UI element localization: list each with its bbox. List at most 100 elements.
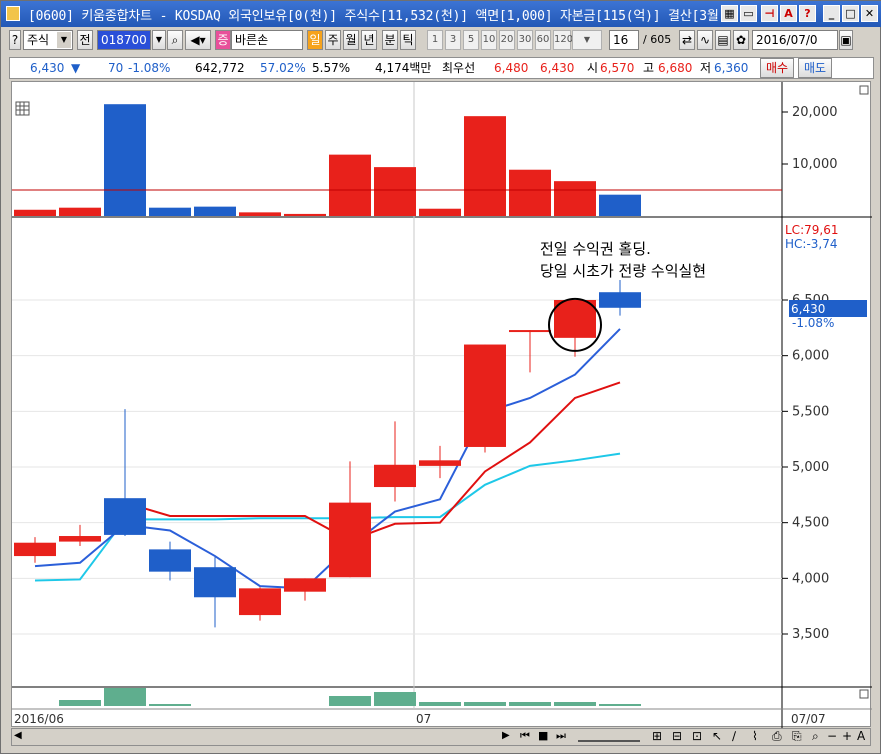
speed-slider[interactable]	[578, 730, 640, 742]
close-button[interactable]: ✕	[861, 5, 878, 22]
lock-icon[interactable]: ?	[9, 30, 21, 50]
chart-window: [0600] 키움종합차트 - KOSDAQ 외국인보유[0(천)] 주식수[1…	[0, 0, 881, 754]
minute-dropdown-icon[interactable]: ▼	[572, 30, 602, 50]
minute-10[interactable]: 10	[481, 30, 497, 50]
rewind-icon[interactable]: ⏮	[520, 729, 530, 743]
candle-body	[284, 578, 326, 592]
price-tick-label: 4,000	[792, 571, 829, 586]
chart-icon[interactable]: ▤	[715, 30, 731, 50]
maximize-button[interactable]: □	[842, 5, 859, 22]
volume-bar	[284, 213, 326, 216]
plus-icon[interactable]: +	[842, 729, 852, 743]
candle-body	[554, 300, 596, 338]
count-input[interactable]: 16	[609, 30, 639, 50]
period-year[interactable]: 년	[361, 30, 377, 50]
lc-label: LC:79,61	[785, 223, 838, 237]
sell-button[interactable]: 매도	[798, 58, 832, 78]
fit-icon[interactable]: ⊡	[692, 729, 702, 743]
magnify-icon[interactable]: ⌕	[812, 729, 819, 744]
period-week[interactable]: 주	[325, 30, 341, 50]
buy-button[interactable]: 매수	[760, 58, 794, 78]
quote-arrow-icon: ▼	[71, 61, 81, 75]
scroll-left-icon[interactable]: ◀	[14, 730, 22, 741]
price-tick-label: 5,500	[792, 404, 829, 419]
toolbar-window-icon[interactable]: ▭	[740, 5, 757, 22]
candle-body	[509, 330, 551, 333]
toolbar-pin-icon[interactable]: ⊣	[761, 5, 778, 22]
sub-indicator-bar	[104, 688, 146, 706]
indicator-icon[interactable]: ∿	[697, 30, 713, 50]
volume-bar	[509, 169, 551, 216]
speaker-icon[interactable]: ◀▾	[185, 30, 211, 50]
minute-1[interactable]: 1	[427, 30, 443, 50]
help-icon[interactable]: ?	[799, 5, 816, 22]
low-label: 저	[700, 61, 712, 75]
candle-body	[329, 502, 371, 578]
period-tick[interactable]: 틱	[400, 30, 416, 50]
market-select[interactable]: 주식 ▼	[23, 30, 73, 50]
candle-body	[14, 542, 56, 557]
minute-5[interactable]: 5	[463, 30, 479, 50]
sub-indicator-bar	[554, 702, 596, 706]
title-bar[interactable]: [0600] 키움종합차트 - KOSDAQ 외국인보유[0(천)] 주식수[1…	[1, 1, 881, 27]
period-month[interactable]: 월	[343, 30, 359, 50]
candle-body	[194, 567, 236, 598]
stop-icon[interactable]: ■	[538, 729, 548, 742]
minus-icon[interactable]: −	[827, 729, 837, 743]
close-volume-panel-icon[interactable]	[859, 85, 869, 95]
open-label: 시	[587, 61, 599, 75]
prev-button[interactable]: 전	[77, 30, 93, 50]
toolbar-font-icon[interactable]: A	[780, 5, 797, 22]
minute-120[interactable]: 120	[553, 30, 573, 50]
volume-bar	[464, 116, 506, 216]
hc-label: HC:-3,74	[785, 237, 838, 251]
cursor-icon[interactable]: ↖	[712, 729, 722, 743]
sub-indicator-bar	[509, 702, 551, 706]
stock-name[interactable]: 바른손	[231, 30, 303, 50]
sub-indicator-bar	[599, 704, 641, 706]
volume-bar	[599, 194, 641, 216]
chevron-down-icon[interactable]: ▼	[57, 32, 71, 48]
code-input[interactable]: 018700	[97, 30, 151, 50]
chart-area[interactable]: 3,5004,0004,5005,0005,5006,0006,50010,00…	[11, 81, 872, 728]
volume-bar	[104, 104, 146, 216]
zoom-out-icon[interactable]: ⊟	[672, 729, 682, 743]
minute-60[interactable]: 60	[535, 30, 551, 50]
minute-3[interactable]: 3	[445, 30, 461, 50]
font-size-icon[interactable]: A	[857, 729, 865, 743]
print-icon[interactable]: ⎙	[772, 729, 782, 744]
sub-indicator-bar	[419, 702, 461, 706]
period-minute[interactable]: 분	[382, 30, 398, 50]
code-dropdown-icon[interactable]: ▼	[152, 30, 166, 50]
zoom-in-icon[interactable]: ⊞	[652, 729, 662, 743]
calendar-icon[interactable]: ▣	[839, 30, 853, 50]
quote-volume: 642,772	[195, 61, 245, 75]
annotation-line1: 전일 수익권 홀딩.	[540, 240, 651, 258]
forward-icon[interactable]: ⏭	[556, 729, 566, 743]
minute-30[interactable]: 30	[517, 30, 533, 50]
search-icon[interactable]: ⌕	[167, 30, 183, 50]
minute-20[interactable]: 20	[499, 30, 515, 50]
quote-change: 70	[108, 61, 124, 75]
line-tool-icon[interactable]: ∕	[732, 729, 736, 743]
scroll-bar[interactable]: ◀ ▶ ⏮ ■ ⏭ ⊞ ⊟ ⊡ ↖ ∕ ⌇ ⎙ ⎘ ⌕ − + A	[11, 728, 871, 746]
close-sub-panel-icon[interactable]	[859, 689, 869, 699]
current-pct-label: -1.08%	[792, 316, 834, 330]
gear-icon[interactable]: ✿	[733, 30, 749, 50]
volume-bar	[149, 207, 191, 216]
grid-toggle-icon[interactable]	[15, 101, 30, 116]
chart-svg[interactable]: 3,5004,0004,5005,0005,5006,0006,50010,00…	[12, 82, 872, 728]
save-icon[interactable]: ⎘	[792, 729, 802, 744]
fib-tool-icon[interactable]: ⌇	[752, 729, 758, 743]
sub-indicator-bar	[59, 700, 101, 706]
play-back-icon[interactable]: ▶	[502, 730, 510, 741]
minimize-button[interactable]: _	[823, 5, 840, 22]
toolbar-grid-icon[interactable]: ▦	[721, 5, 738, 22]
period-day[interactable]: 일	[307, 30, 323, 50]
volume-bar	[419, 208, 461, 216]
zoom-icon[interactable]: ⇄	[679, 30, 695, 50]
date-label-right: 07/07	[791, 712, 826, 726]
candle-body	[374, 464, 416, 488]
date-input[interactable]: 2016/07/0	[752, 30, 838, 50]
quote-change-pct: -1.08%	[128, 61, 171, 75]
